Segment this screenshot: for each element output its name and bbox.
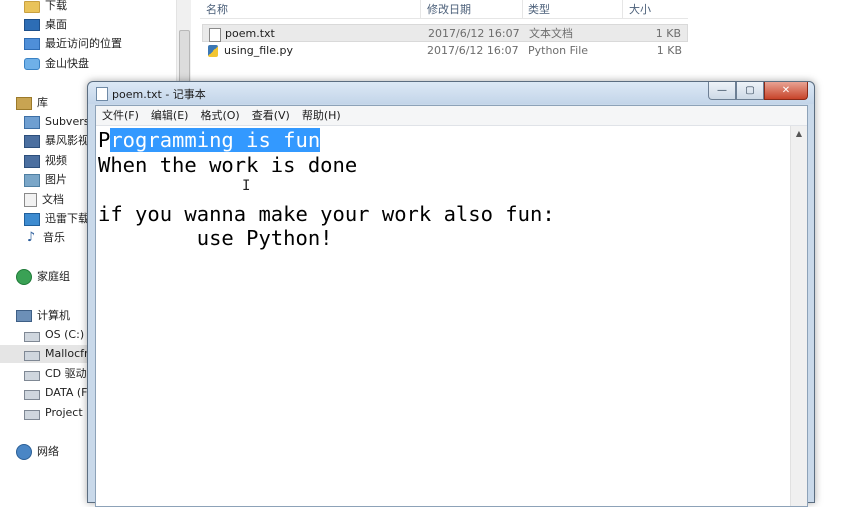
drive-icon: [24, 331, 40, 342]
text-file-icon: [209, 28, 221, 42]
menu-format[interactable]: 格式(O): [194, 106, 245, 125]
editor-content[interactable]: Programming is fun When the work is done…: [98, 128, 555, 251]
nav-item-recent[interactable]: 最近访问的位置: [24, 35, 122, 53]
video-library-icon: [24, 134, 40, 148]
nav-item-thunder[interactable]: 迅雷下载: [24, 210, 89, 228]
column-header-size[interactable]: 大小: [629, 1, 651, 17]
nav-item-label: 下载: [45, 0, 67, 12]
homegroup-icon: [16, 269, 32, 285]
thunder-download-icon: [24, 212, 40, 226]
nav-item-label: 图片: [45, 173, 67, 186]
nav-item-label: 文档: [42, 193, 64, 206]
notepad-client-area: 文件(F) 编辑(E) 格式(O) 查看(V) 帮助(H) Programmin…: [95, 105, 808, 507]
nav-item-desktop[interactable]: 桌面: [24, 16, 67, 34]
nav-item-label: OS (C:): [45, 328, 85, 341]
nav-item-libraries[interactable]: 库: [16, 94, 48, 112]
nav-item-label: 最近访问的位置: [45, 37, 122, 50]
file-name: poem.txt: [225, 27, 275, 40]
nav-item-drive-c[interactable]: OS (C:): [24, 326, 84, 344]
recent-places-icon: [24, 38, 40, 50]
file-date: 2017/6/12 16:07: [427, 44, 519, 57]
nav-item-label: 金山快盘: [45, 57, 89, 70]
file-size: 1 KB: [655, 27, 681, 40]
window-title: poem.txt - 记事本: [112, 88, 206, 101]
menu-view[interactable]: 查看(V): [246, 106, 296, 125]
menu-help[interactable]: 帮助(H): [296, 106, 347, 125]
file-name: using_file.py: [224, 44, 293, 57]
file-type: Python File: [528, 44, 589, 57]
nav-item-pictures[interactable]: 图片: [24, 171, 67, 189]
drive-icon: [24, 350, 40, 361]
drive-icon: [24, 389, 40, 400]
notepad-window: poem.txt - 记事本 — ▢ ✕ 文件(F) 编辑(E) 格式(O) 查…: [87, 81, 815, 507]
nav-item-videos[interactable]: 视频: [24, 152, 67, 170]
desktop-icon: [24, 19, 40, 31]
file-row[interactable]: poem.txt 2017/6/12 16:07 文本文档 1 KB: [202, 24, 688, 42]
downloads-folder-icon: [24, 1, 40, 13]
scroll-up-arrow-icon[interactable]: ▲: [791, 126, 807, 142]
nav-item-label: 网络: [37, 445, 59, 458]
subversion-icon: [24, 115, 40, 129]
nav-item-kuaipan[interactable]: 金山快盘: [24, 55, 89, 73]
pictures-icon: [24, 173, 40, 187]
column-header-name[interactable]: 名称: [206, 1, 228, 17]
nav-item-homegroup[interactable]: 家庭组: [16, 268, 70, 286]
text-editor[interactable]: Programming is fun When the work is done…: [96, 126, 790, 506]
column-header-type[interactable]: 类型: [528, 1, 550, 17]
close-button[interactable]: ✕: [764, 82, 808, 100]
nav-item-computer[interactable]: 计算机: [16, 307, 70, 325]
documents-icon: [24, 193, 37, 207]
nav-item-label: 家庭组: [37, 270, 70, 283]
file-row[interactable]: using_file.py 2017/6/12 16:07 Python Fil…: [202, 42, 688, 60]
video-icon: [24, 154, 40, 168]
column-divider[interactable]: [420, 0, 421, 18]
column-divider[interactable]: [622, 0, 623, 18]
menu-file[interactable]: 文件(F): [96, 106, 145, 125]
file-size: 1 KB: [656, 44, 682, 57]
music-icon: ♪: [26, 230, 36, 245]
nav-item-network[interactable]: 网络: [16, 443, 59, 461]
kuaipan-cloud-icon: [24, 58, 40, 70]
menu-edit[interactable]: 编辑(E): [145, 106, 195, 125]
nav-item-label: 音乐: [43, 231, 65, 244]
editor-vertical-scrollbar[interactable]: ▲: [790, 126, 807, 506]
cd-drive-icon: [24, 370, 40, 381]
computer-icon: [16, 310, 32, 322]
minimize-button[interactable]: —: [708, 82, 736, 100]
notepad-titlebar[interactable]: poem.txt - 记事本 — ▢ ✕: [88, 82, 814, 104]
nav-item-label: 计算机: [37, 309, 70, 322]
column-divider[interactable]: [522, 0, 523, 18]
file-date: 2017/6/12 16:07: [428, 27, 520, 40]
drive-icon: [24, 409, 40, 420]
caption-buttons: — ▢ ✕: [708, 82, 808, 100]
nav-item-label: 视频: [45, 154, 67, 167]
nav-item-downloads[interactable]: 下载: [24, 0, 67, 15]
nav-item-label: 库: [37, 96, 48, 109]
ibeam-cursor-icon: I: [242, 178, 251, 194]
file-list-header: 名称 修改日期 类型 大小: [200, 0, 688, 19]
maximize-button[interactable]: ▢: [736, 82, 764, 100]
nav-item-label: 桌面: [45, 18, 67, 31]
nav-item-drive-f[interactable]: DATA (F:): [24, 384, 95, 402]
notepad-app-icon[interactable]: [96, 87, 108, 101]
nav-item-label: 迅雷下载: [45, 212, 89, 225]
library-icon: [16, 96, 32, 110]
column-header-date[interactable]: 修改日期: [427, 1, 471, 17]
python-file-icon: [208, 45, 218, 57]
nav-item-music[interactable]: ♪ 音乐: [24, 229, 65, 247]
network-icon: [16, 444, 32, 460]
text-after-selection: When the work is done if you wanna make …: [98, 152, 555, 250]
menu-bar: 文件(F) 编辑(E) 格式(O) 查看(V) 帮助(H): [96, 106, 807, 126]
nav-item-documents[interactable]: 文档: [24, 191, 64, 209]
text-before-selection: P: [98, 128, 111, 152]
file-type: 文本文档: [529, 27, 573, 40]
selected-text: rogramming is fun: [110, 128, 321, 152]
